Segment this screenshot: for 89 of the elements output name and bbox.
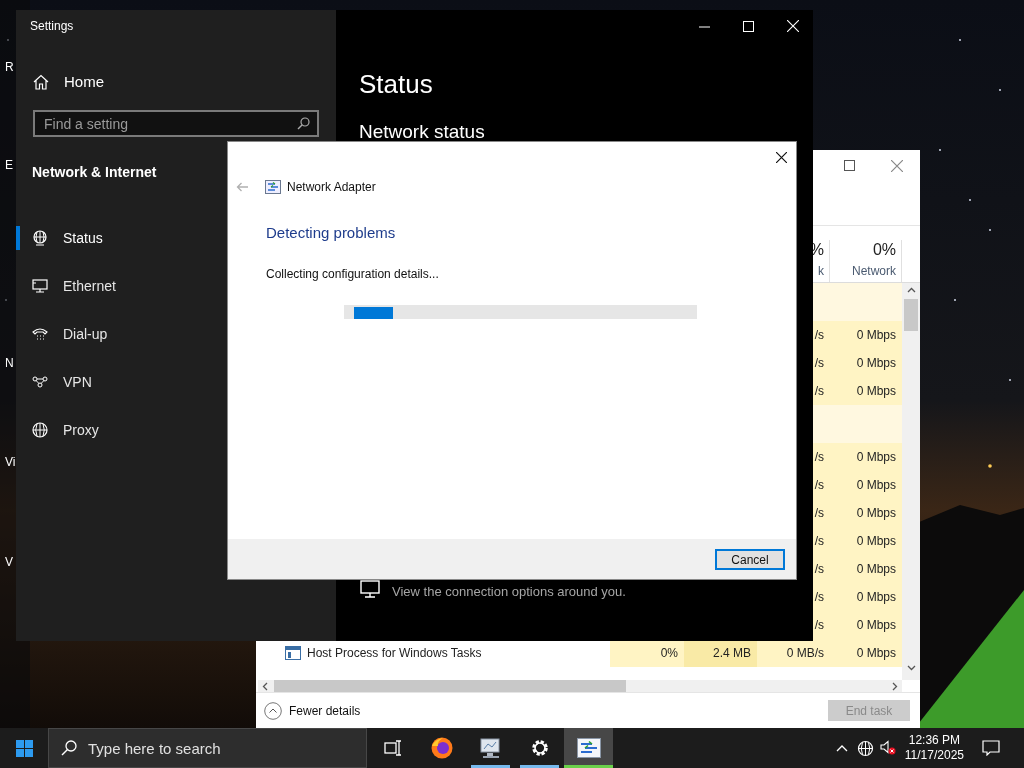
- dialog-title: Network Adapter: [287, 179, 376, 196]
- table-cell-text: /s: [814, 355, 824, 372]
- header-value: 0%: [872, 240, 896, 260]
- table-cell-text: /s: [814, 383, 824, 400]
- nav-item[interactable]: Status: [32, 227, 103, 249]
- status-message: Collecting configuration details...: [266, 267, 439, 281]
- nav-item[interactable]: VPN: [32, 371, 92, 393]
- app-window-icon: [285, 646, 301, 660]
- search-field[interactable]: Find a setting: [33, 110, 319, 137]
- table-cell-text: /s: [814, 327, 824, 344]
- scroll-thumb[interactable]: [274, 680, 626, 692]
- vpn-icon: [32, 374, 48, 390]
- nav-item[interactable]: Dial-up: [32, 323, 108, 345]
- desktop-icon-label: R: [5, 59, 14, 76]
- table-cell-text: 0 MB/s: [786, 645, 824, 662]
- search-icon: [61, 740, 77, 756]
- home-icon: [33, 74, 49, 90]
- section-title: Network status: [359, 121, 485, 142]
- dialog-heading: Detecting problems: [266, 224, 396, 241]
- search-icon[interactable]: [297, 117, 310, 130]
- table-cell-text: 0 Mbps: [856, 355, 896, 372]
- browser-icon: [429, 736, 454, 760]
- settings-icon: [529, 738, 550, 758]
- phone-icon: [32, 326, 48, 342]
- progress-marquee: [354, 307, 393, 319]
- taskbar-app-button[interactable]: [564, 728, 613, 768]
- scroll-up-icon[interactable]: [906, 287, 916, 293]
- nav-item[interactable]: Ethernet: [32, 275, 116, 297]
- desktop-icon-label: Vi: [5, 454, 16, 471]
- table-cell-text: 0 Mbps: [856, 477, 896, 494]
- table-cell-text: /s: [814, 533, 824, 550]
- close-icon[interactable]: [776, 151, 787, 163]
- horizontal-scrollbar[interactable]: [258, 680, 902, 692]
- fewer-details-button[interactable]: Fewer details: [264, 701, 361, 720]
- speaker-muted-icon[interactable]: [879, 740, 896, 756]
- monitor-icon: [32, 278, 48, 294]
- taskbar-search-box[interactable]: Type here to search: [48, 728, 367, 768]
- table-cell-text: 0 Mbps: [856, 383, 896, 400]
- desktop-icon-label: V: [5, 554, 13, 571]
- vertical-scrollbar[interactable]: [902, 283, 920, 680]
- desktop-icon-label: E: [5, 157, 13, 174]
- table-cell-text: 0 Mbps: [856, 505, 896, 522]
- globe-icon: [32, 230, 48, 246]
- chevron-up-icon[interactable]: [835, 744, 848, 752]
- table-cell-text: /s: [814, 617, 824, 634]
- table-cell-text: 0 Mbps: [856, 327, 896, 344]
- header-label: Network: [852, 263, 896, 279]
- table-cell-text: 0%: [660, 645, 678, 662]
- table-cell-text: 0 Mbps: [856, 645, 896, 662]
- page-title: Status: [359, 69, 433, 99]
- scroll-right-icon[interactable]: [892, 681, 898, 691]
- task-view-icon: [383, 740, 402, 756]
- table-cell-text: 2.4 MB: [713, 645, 751, 662]
- table-cell-text: /s: [814, 561, 824, 578]
- globe-icon[interactable]: [856, 739, 874, 757]
- notification-icon[interactable]: [982, 740, 1000, 756]
- table-cell-text: /s: [814, 505, 824, 522]
- section-heading: Network & Internet: [32, 164, 157, 180]
- table-cell-text: /s: [814, 449, 824, 466]
- table-cell-text: /s: [814, 477, 824, 494]
- monitor-app-icon: [478, 737, 503, 759]
- table-cell-text: /s: [814, 589, 824, 606]
- scroll-down-icon[interactable]: [906, 665, 916, 671]
- windows-logo-icon: [15, 739, 33, 757]
- table-cell-text: 0 Mbps: [856, 533, 896, 550]
- cancel-button[interactable]: Cancel: [715, 548, 785, 570]
- globe-icon: [32, 422, 48, 438]
- desktop-icon-label: N: [5, 355, 14, 372]
- clock-date[interactable]: 11/17/2025: [904, 748, 964, 763]
- table-cell-text: 0 Mbps: [856, 617, 896, 634]
- table-cell: [830, 405, 902, 443]
- network-adapter-icon: [265, 180, 281, 194]
- clock-time[interactable]: 12:36 PM: [908, 733, 961, 748]
- table-cell-text: 0 Mbps: [856, 449, 896, 466]
- scroll-left-icon[interactable]: [262, 681, 268, 691]
- home-link[interactable]: Home: [16, 64, 336, 100]
- process-name: Host Process for Windows Tasks: [307, 645, 482, 662]
- chevron-up-circle-icon: [264, 701, 282, 720]
- scroll-thumb[interactable]: [904, 299, 918, 331]
- window-title: Settings: [30, 18, 74, 35]
- nav-item[interactable]: Proxy: [32, 419, 99, 441]
- network-adapter-icon: [576, 738, 601, 758]
- column-header[interactable]: 0% Network: [830, 240, 902, 282]
- table-cell: [830, 283, 902, 321]
- table-cell-text: 0 Mbps: [856, 561, 896, 578]
- maximize-icon[interactable]: [844, 160, 855, 171]
- table-cell-text: 0 Mbps: [856, 589, 896, 606]
- header-label: k: [818, 263, 824, 279]
- hint-text: View the connection options around you.: [392, 582, 626, 601]
